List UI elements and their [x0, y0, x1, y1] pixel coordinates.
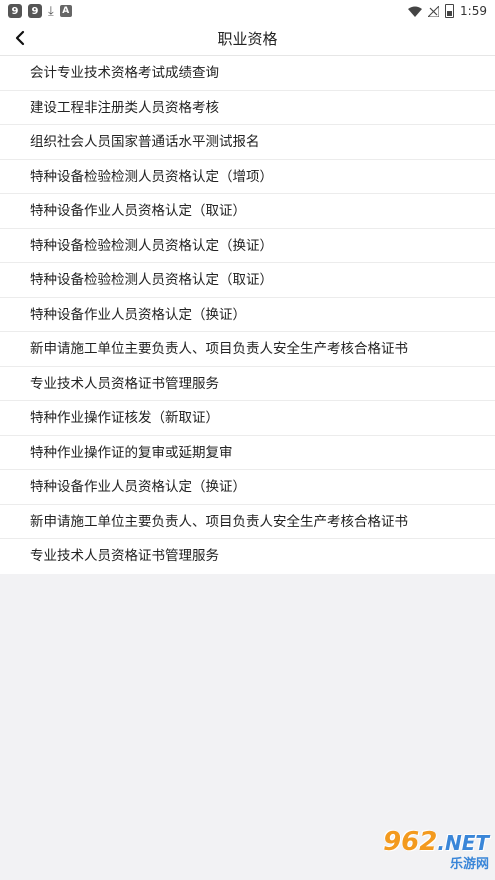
list-item[interactable]: 特种设备检验检测人员资格认定（增项） — [0, 160, 495, 194]
list-item[interactable]: 专业技术人员资格证书管理服务 — [0, 367, 495, 401]
status-left: 9 9 ⤓ A — [8, 4, 72, 19]
watermark-site-name: 乐游网 — [449, 857, 489, 872]
list-item[interactable]: 特种作业操作证核发（新取证） — [0, 401, 495, 436]
status-bar: 9 9 ⤓ A 1:59 — [0, 0, 495, 22]
list-item[interactable]: 建设工程非注册类人员资格考核 — [0, 91, 495, 125]
notification-icon: 9 — [28, 4, 42, 18]
watermark-net: .NET — [437, 831, 489, 855]
app-header: 职业资格 — [0, 22, 495, 56]
watermark-big: 962.NET — [383, 828, 489, 857]
download-icon: ⤓ — [48, 3, 54, 19]
notification-icon: 9 — [8, 4, 22, 18]
a-badge-icon: A — [59, 5, 72, 17]
list-item[interactable]: 新申请施工单位主要负责人、项目负责人安全生产考核合格证书 — [0, 332, 495, 367]
list-item[interactable]: 新申请施工单位主要负责人、项目负责人安全生产考核合格证书 — [0, 505, 495, 539]
qualification-list: 会计专业技术资格考试成绩查询 建设工程非注册类人员资格考核 组织社会人员国家普通… — [0, 56, 495, 574]
list-item[interactable]: 组织社会人员国家普通话水平测试报名 — [0, 125, 495, 160]
list-item[interactable]: 特种设备作业人员资格认定（取证） — [0, 194, 495, 229]
list-item[interactable]: 特种设备检验检测人员资格认定（换证） — [0, 229, 495, 263]
status-right: 1:59 — [408, 4, 487, 18]
list-item[interactable]: 特种作业操作证的复审或延期复审 — [0, 436, 495, 470]
watermark-number: 962 — [383, 827, 438, 857]
list-item[interactable]: 会计专业技术资格考试成绩查询 — [0, 56, 495, 91]
list-item[interactable]: 特种设备作业人员资格认定（换证） — [0, 298, 495, 332]
battery-icon — [445, 4, 455, 18]
watermark-logo: 962.NET 乐游网 — [355, 828, 489, 874]
list-item[interactable]: 专业技术人员资格证书管理服务 — [0, 539, 495, 574]
page-title: 职业资格 — [217, 30, 278, 48]
list-item[interactable]: 特种设备检验检测人员资格认定（取证） — [0, 263, 495, 298]
wifi-icon — [408, 6, 423, 17]
signal-icon — [428, 5, 440, 17]
list-item[interactable]: 特种设备作业人员资格认定（换证） — [0, 470, 495, 505]
clock: 1:59 — [460, 4, 487, 18]
